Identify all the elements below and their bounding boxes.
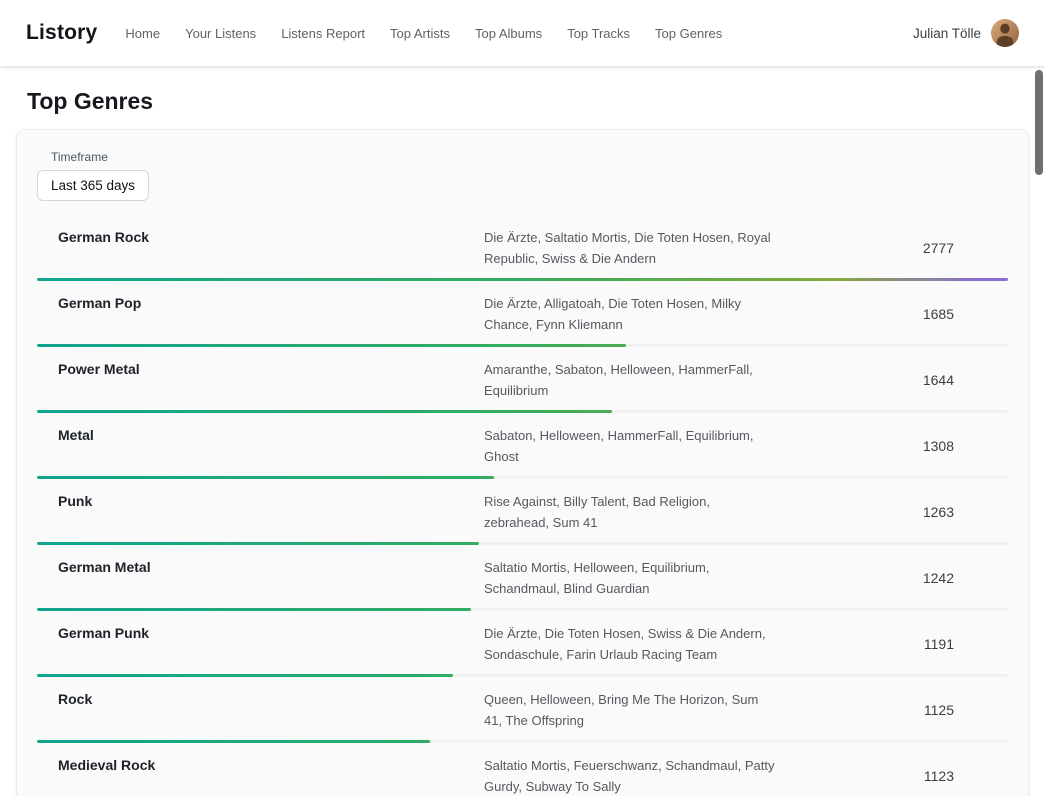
timeframe-label: Timeframe bbox=[51, 150, 1008, 164]
genre-bar-fill bbox=[37, 542, 479, 545]
listen-count: 1125 bbox=[828, 702, 1008, 718]
nav-item-top-artists[interactable]: Top Artists bbox=[390, 26, 450, 41]
genre-row-content: Power Metal Amaranthe, Sabaton, Hellowee… bbox=[37, 359, 1008, 401]
genre-artists: Sabaton, Helloween, HammerFall, Equilibr… bbox=[484, 425, 776, 467]
genre-list: German Rock Die Ärzte, Saltatio Mortis, … bbox=[37, 227, 1008, 796]
listen-count: 1644 bbox=[828, 372, 1008, 388]
genre-artists: Saltatio Mortis, Feuerschwanz, Schandmau… bbox=[484, 755, 776, 796]
genre-row-content: German Punk Die Ärzte, Die Toten Hosen, … bbox=[37, 623, 1008, 665]
user-name: Julian Tölle bbox=[913, 26, 981, 41]
genre-row-punk: Punk Rise Against, Billy Talent, Bad Rel… bbox=[37, 491, 1008, 545]
genre-artists: Rise Against, Billy Talent, Bad Religion… bbox=[484, 491, 776, 533]
genre-row-content: German Metal Saltatio Mortis, Helloween,… bbox=[37, 557, 1008, 599]
genre-bar-fill bbox=[37, 740, 430, 743]
genre-name: Power Metal bbox=[37, 359, 484, 377]
nav-item-top-genres[interactable]: Top Genres bbox=[655, 26, 722, 41]
nav-item-top-tracks[interactable]: Top Tracks bbox=[567, 26, 630, 41]
nav-item-top-albums[interactable]: Top Albums bbox=[475, 26, 542, 41]
genre-row-german-pop: German Pop Die Ärzte, Alligatoah, Die To… bbox=[37, 293, 1008, 347]
genre-bar-track bbox=[37, 740, 1008, 743]
listen-count: 1685 bbox=[828, 306, 1008, 322]
genre-bar-track bbox=[37, 674, 1008, 677]
top-genres-card: Timeframe Last 365 days German Rock Die … bbox=[16, 129, 1029, 796]
genre-bar-track bbox=[37, 344, 1008, 347]
app-logo[interactable]: Listory bbox=[26, 21, 97, 45]
genre-name: German Pop bbox=[37, 293, 484, 311]
genre-row-content: Rock Queen, Helloween, Bring Me The Hori… bbox=[37, 689, 1008, 731]
listen-count: 1242 bbox=[828, 570, 1008, 586]
genre-name: German Metal bbox=[37, 557, 484, 575]
genre-row-german-metal: German Metal Saltatio Mortis, Helloween,… bbox=[37, 557, 1008, 611]
listen-count: 1123 bbox=[828, 768, 1008, 784]
listen-count: 1308 bbox=[828, 438, 1008, 454]
genre-row-content: Medieval Rock Saltatio Mortis, Feuerschw… bbox=[37, 755, 1008, 796]
genre-artists: Die Ärzte, Saltatio Mortis, Die Toten Ho… bbox=[484, 227, 776, 269]
genre-bar-track bbox=[37, 476, 1008, 479]
top-navbar: Listory Home Your Listens Listens Report To… bbox=[0, 0, 1045, 66]
genre-name: German Punk bbox=[37, 623, 484, 641]
genre-row-metal: Metal Sabaton, Helloween, HammerFall, Eq… bbox=[37, 425, 1008, 479]
genre-bar-fill bbox=[37, 410, 612, 413]
timeframe-select[interactable]: Last 365 days bbox=[37, 170, 149, 201]
nav-item-listens-report[interactable]: Listens Report bbox=[281, 26, 365, 41]
genre-row-power-metal: Power Metal Amaranthe, Sabaton, Hellowee… bbox=[37, 359, 1008, 413]
genre-bar-fill bbox=[37, 344, 626, 347]
genre-bar-track bbox=[37, 542, 1008, 545]
user-menu[interactable]: Julian Tölle bbox=[913, 19, 1019, 47]
genre-row-content: German Pop Die Ärzte, Alligatoah, Die To… bbox=[37, 293, 1008, 335]
genre-row-content: Punk Rise Against, Billy Talent, Bad Rel… bbox=[37, 491, 1008, 533]
genre-row-german-punk: German Punk Die Ärzte, Die Toten Hosen, … bbox=[37, 623, 1008, 677]
nav-item-home[interactable]: Home bbox=[125, 26, 160, 41]
nav-item-your-listens[interactable]: Your Listens bbox=[185, 26, 256, 41]
genre-name: Medieval Rock bbox=[37, 755, 484, 773]
genre-bar-fill bbox=[37, 278, 1008, 281]
person-icon bbox=[991, 19, 1019, 47]
genre-name: German Rock bbox=[37, 227, 484, 245]
genre-bar-fill bbox=[37, 476, 494, 479]
genre-bar-fill bbox=[37, 674, 453, 677]
genre-artists: Amaranthe, Sabaton, Helloween, HammerFal… bbox=[484, 359, 776, 401]
genre-row-rock: Rock Queen, Helloween, Bring Me The Hori… bbox=[37, 689, 1008, 743]
genre-bar-track bbox=[37, 608, 1008, 611]
genre-artists: Die Ärzte, Alligatoah, Die Toten Hosen, … bbox=[484, 293, 776, 335]
genre-artists: Saltatio Mortis, Helloween, Equilibrium,… bbox=[484, 557, 776, 599]
genre-name: Metal bbox=[37, 425, 484, 443]
genre-bar-track bbox=[37, 278, 1008, 281]
genre-row-german-rock: German Rock Die Ärzte, Saltatio Mortis, … bbox=[37, 227, 1008, 281]
genre-artists: Queen, Helloween, Bring Me The Horizon, … bbox=[484, 689, 776, 731]
page-scrollbar-thumb[interactable] bbox=[1035, 70, 1043, 175]
genre-bar-track bbox=[37, 410, 1008, 413]
user-avatar[interactable] bbox=[991, 19, 1019, 47]
listen-count: 2777 bbox=[828, 240, 1008, 256]
listen-count: 1191 bbox=[828, 636, 1008, 652]
genre-name: Rock bbox=[37, 689, 484, 707]
genre-row-content: Metal Sabaton, Helloween, HammerFall, Eq… bbox=[37, 425, 1008, 467]
genre-row-content: German Rock Die Ärzte, Saltatio Mortis, … bbox=[37, 227, 1008, 269]
genre-artists: Die Ärzte, Die Toten Hosen, Swiss & Die … bbox=[484, 623, 776, 665]
listen-count: 1263 bbox=[828, 504, 1008, 520]
page-title: Top Genres bbox=[27, 88, 1045, 115]
genre-bar-fill bbox=[37, 608, 471, 611]
main-nav: Home Your Listens Listens Report Top Artist… bbox=[125, 26, 722, 41]
genre-row-medieval-rock: Medieval Rock Saltatio Mortis, Feuerschw… bbox=[37, 755, 1008, 796]
genre-name: Punk bbox=[37, 491, 484, 509]
